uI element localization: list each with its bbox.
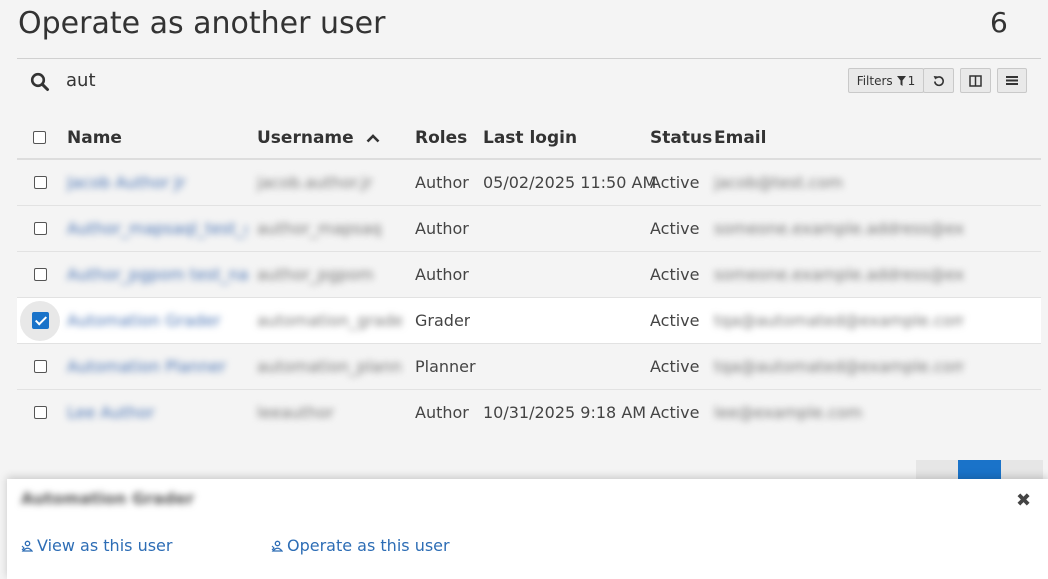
email-cell: someone.example.address@example.com — [714, 265, 964, 284]
user-name-link[interactable]: Author_mapsaql_test_group — [67, 206, 247, 251]
username-cell: leeauthor — [257, 403, 334, 422]
username-cell: author_pgpom — [257, 265, 374, 284]
sort-ascending-icon — [366, 134, 380, 143]
pagination-next[interactable] — [1001, 460, 1043, 480]
user-action-panel: Automation Grader ✖ View as this user Op… — [7, 479, 1048, 579]
username-cell: author_mapsaq — [257, 219, 382, 238]
column-header-status[interactable]: Status — [650, 128, 712, 148]
row-checkbox[interactable] — [34, 406, 47, 419]
user-name-link[interactable]: Author_pgpom test_name — [67, 252, 247, 297]
hamburger-menu-icon — [1006, 76, 1018, 85]
status-cell: Active — [650, 265, 700, 284]
pagination-current-page[interactable] — [958, 460, 1001, 480]
reset-filters-button[interactable] — [923, 68, 954, 93]
column-header-roles[interactable]: Roles — [415, 128, 467, 148]
table-row[interactable]: Jacob Author Jr jacob.author.jr Author 0… — [17, 160, 1041, 206]
last-login-cell: 10/31/2025 9:18 AM — [483, 403, 647, 422]
last-login-cell: 05/02/2025 11:50 AM — [483, 173, 657, 192]
status-cell: Active — [650, 311, 700, 330]
user-switch-icon — [271, 540, 283, 552]
columns-icon — [969, 74, 982, 87]
row-checkbox-checked[interactable] — [32, 312, 49, 329]
operate-as-user-label: Operate as this user — [287, 536, 450, 555]
username-cell: automation_grader — [257, 311, 402, 330]
selected-user-name: Automation Grader — [21, 489, 194, 508]
email-cell: tqa@automated@example.com — [714, 357, 964, 376]
table-row[interactable]: Author_pgpom test_name author_pgpom Auth… — [17, 252, 1041, 298]
filters-button[interactable]: Filters 1 — [848, 68, 924, 93]
username-cell: automation_planner — [257, 357, 402, 376]
role-cell: Author — [415, 219, 469, 238]
row-checkbox[interactable] — [34, 176, 47, 189]
column-header-username[interactable]: Username — [257, 128, 380, 148]
column-header-email[interactable]: Email — [714, 128, 766, 148]
undo-icon — [933, 75, 944, 86]
username-cell: jacob.author.jr — [257, 173, 373, 192]
status-cell: Active — [650, 357, 700, 376]
role-cell: Author — [415, 265, 469, 284]
search-input[interactable]: aut — [66, 70, 96, 91]
select-all-checkbox[interactable] — [33, 131, 46, 144]
row-checkbox[interactable] — [34, 268, 47, 281]
row-checkbox[interactable] — [34, 222, 47, 235]
columns-button[interactable] — [960, 68, 991, 93]
operate-as-user-link[interactable]: Operate as this user — [271, 536, 450, 555]
role-cell: Author — [415, 173, 469, 192]
status-cell: Active — [650, 219, 700, 238]
search-icon — [30, 72, 49, 91]
table-row[interactable]: Lee Author leeauthor Author 10/31/2025 9… — [17, 390, 1041, 436]
user-switch-icon — [21, 540, 33, 552]
filters-label: Filters — [856, 73, 893, 88]
user-name-link[interactable]: Automation Grader — [67, 298, 247, 343]
filters-count: 1 — [907, 73, 916, 88]
table-row[interactable]: Automation Planner automation_planner Pl… — [17, 344, 1041, 390]
pagination-prev[interactable] — [916, 460, 958, 480]
email-cell: someone.example.address@example.com — [714, 219, 964, 238]
email-cell: lee@example.com — [714, 403, 863, 422]
close-icon[interactable]: ✖ — [1016, 490, 1031, 511]
header-divider — [17, 58, 1041, 59]
user-name-link[interactable]: Automation Planner — [67, 344, 247, 389]
column-header-name[interactable]: Name — [67, 128, 122, 148]
table-row-selected[interactable]: Automation Grader automation_grader Grad… — [17, 298, 1041, 344]
email-cell: tqa@automated@example.com — [714, 311, 964, 330]
user-name-link[interactable]: Jacob Author Jr — [67, 160, 247, 205]
funnel-icon — [896, 75, 906, 86]
email-cell: jacob@test.com — [714, 173, 843, 192]
result-count: 6 — [990, 6, 1008, 39]
role-cell: Grader — [415, 311, 471, 330]
view-as-user-label: View as this user — [37, 536, 173, 555]
status-cell: Active — [650, 403, 700, 422]
menu-button[interactable] — [997, 68, 1027, 93]
user-name-link[interactable]: Lee Author — [67, 390, 247, 435]
column-header-last-login[interactable]: Last login — [483, 128, 577, 148]
row-checkbox[interactable] — [34, 360, 47, 373]
view-as-user-link[interactable]: View as this user — [21, 536, 172, 555]
column-header-username-label: Username — [257, 128, 354, 148]
status-cell: Active — [650, 173, 700, 192]
role-cell: Planner — [415, 357, 476, 376]
table-row[interactable]: Author_mapsaql_test_group author_mapsaq … — [17, 206, 1041, 252]
role-cell: Author — [415, 403, 469, 422]
page-title: Operate as another user — [18, 6, 386, 41]
